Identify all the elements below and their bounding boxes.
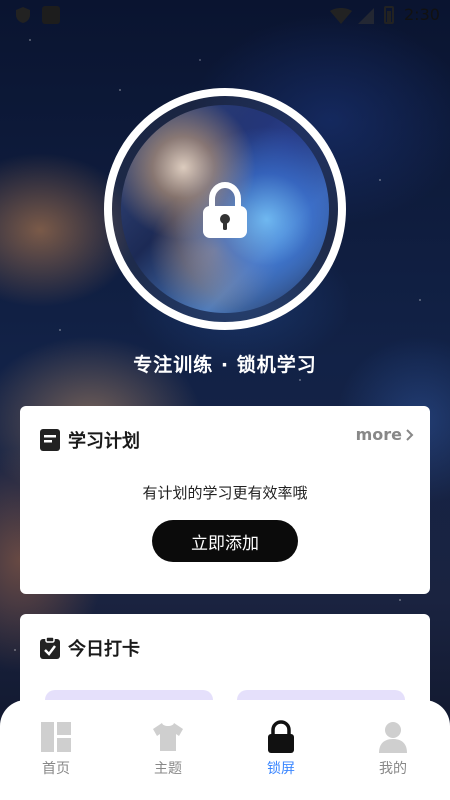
- nav-label-home: 首页: [42, 761, 70, 777]
- status-bar: 2:30: [0, 0, 450, 30]
- plan-empty-text: 有计划的学习更有效率哦: [142, 484, 308, 502]
- nav-item-home[interactable]: 首页: [16, 720, 96, 778]
- signal-icon: [358, 8, 374, 24]
- nav-label-theme: 主题: [154, 761, 182, 777]
- user-icon: [379, 722, 407, 753]
- battery-icon: [384, 6, 394, 24]
- dashboard-icon: [41, 722, 71, 752]
- more-link[interactable]: more: [356, 425, 414, 444]
- add-plan-button[interactable]: 立即添加: [152, 520, 298, 562]
- bottom-nav: 首页 主题 锁屏 我的: [0, 700, 450, 800]
- nav-item-theme[interactable]: 主题: [128, 720, 208, 778]
- study-plan-card: 学习计划 more 有计划的学习更有效率哦 立即添加: [20, 406, 430, 594]
- chevron-right-icon: [406, 428, 414, 441]
- hero-tagline: 专注训练 · 锁机学习: [133, 354, 317, 376]
- document-icon: [40, 429, 60, 451]
- nav-item-lockscreen[interactable]: 锁屏: [241, 720, 321, 778]
- study-plan-title: 学习计划: [68, 431, 140, 452]
- wifi-icon: [330, 8, 352, 24]
- nav-label-mine: 我的: [379, 761, 407, 777]
- lock-icon[interactable]: [199, 182, 251, 240]
- checkin-title: 今日打卡: [68, 639, 140, 660]
- more-label: more: [355, 425, 402, 444]
- nav-label-lockscreen: 锁屏: [267, 761, 295, 777]
- shirt-icon: [153, 723, 183, 751]
- nav-item-mine[interactable]: 我的: [353, 720, 433, 778]
- app-icon: [42, 6, 60, 24]
- shield-icon: [16, 7, 30, 23]
- lock-icon: [268, 720, 294, 753]
- clipboard-check-icon: [40, 637, 60, 659]
- status-time: 2:30: [404, 5, 440, 24]
